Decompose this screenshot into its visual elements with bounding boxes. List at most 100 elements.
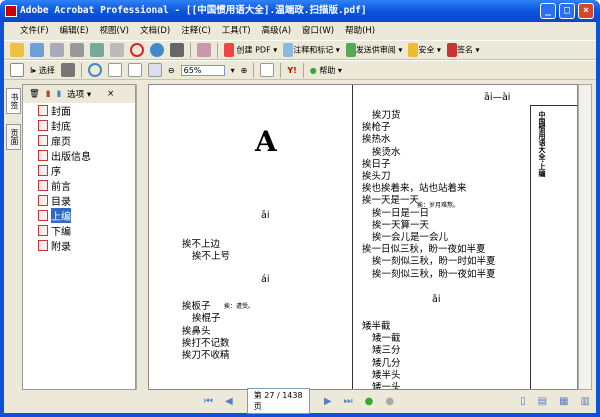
running-header: āi—ài [484,92,511,103]
bookmark-label: 上编 [51,208,71,223]
bookmark-item[interactable]: 扉页 [23,133,135,148]
nav-tabs: 书签 页面 [4,84,22,394]
pdf-page-icon [38,105,48,116]
organizer-icon[interactable] [30,43,44,57]
rotate-icon[interactable] [260,63,275,77]
panel-splitter[interactable] [136,84,148,390]
help-button[interactable]: ● 帮助 ▾ [310,65,342,76]
web-icon[interactable] [150,43,164,57]
snapshot-icon[interactable] [60,63,75,77]
email-icon[interactable] [90,43,104,57]
print-icon[interactable] [70,43,84,57]
pdf-page-icon [38,210,48,221]
comment-button[interactable]: 注释和标记 ▾ [283,43,340,57]
pdf-page-icon [38,135,48,146]
review-button[interactable]: 发送供审阅 ▾ [345,43,402,57]
bookmark-item[interactable]: 下编 [23,223,135,238]
menu-document[interactable]: 文档(D) [140,26,170,36]
open-icon[interactable] [10,43,24,57]
fit-page-icon[interactable] [127,63,142,77]
menu-view[interactable]: 视图(V) [100,26,129,36]
single-page-icon[interactable]: ▯ [520,396,526,407]
delete-icon[interactable]: 🗑 [29,89,40,99]
tab-pages[interactable]: 页面 [6,124,21,150]
bookmark-item[interactable]: 上编 [23,208,135,223]
page-number-field[interactable]: 第 27 / 1438 页 [246,388,310,414]
hand-tool-icon[interactable] [10,63,24,77]
pdf-page-icon [38,225,48,236]
bookmark-item[interactable]: 封底 [23,118,135,133]
pdf-page-icon [38,165,48,176]
bookmark-label: 出版信息 [51,152,91,163]
zoom-input[interactable]: 65% [180,64,225,76]
pinyin-heading: āi [261,210,270,221]
menu-window[interactable]: 窗口(W) [302,26,334,36]
attach-icon[interactable] [110,43,124,57]
minimize-button[interactable]: _ [540,3,556,19]
sign-button[interactable]: 签名 ▾ [446,43,480,57]
pdf-page-icon [38,150,48,161]
pdf-page-icon [38,195,48,206]
menu-help[interactable]: 帮助(H) [345,26,375,36]
menu-tools[interactable]: 工具(T) [222,26,251,36]
continuous-facing-icon[interactable]: ▦ [559,396,568,407]
bookmark-item[interactable]: 前言 [23,178,135,193]
last-page-button[interactable]: ⏭ [344,396,353,407]
acrobat-icon [5,5,17,17]
bookmarks-panel: 🗑 ▮ ▮ 选项 ▾ × 封面 封底扉页出版信息序前言 目录 上编 下编附录 [22,84,136,390]
security-button[interactable]: 安全 ▾ [408,43,441,57]
new-bookmark-icon[interactable]: ▮ [46,89,51,99]
entry: 挨一刻似三秋，盼一夜如半夏 [372,268,496,280]
zoom-in-tool-icon[interactable] [87,63,102,77]
close-button[interactable]: × [578,3,594,19]
expand-icon[interactable]: ▮ [56,89,61,99]
bookmark-item[interactable]: 封面 [23,103,135,118]
document-page: A āi 挨不上边 挨不上号 ái 挨板子 挨：遭受。 挨棍子 挨鼻头 挨打不记… [148,84,578,390]
entry: 挨不上号 [192,251,231,262]
entry: 挨棍子 [192,313,221,324]
go-forward-button[interactable]: ● [385,396,394,407]
search-icon[interactable] [170,43,184,57]
bookmark-label: 前言 [51,182,71,193]
pinyin-heading: ǎi [432,294,441,305]
menu-comments[interactable]: 注释(C) [181,26,211,36]
previous-page-button[interactable]: ◀ [225,396,233,407]
close-panel-button[interactable]: × [107,89,114,99]
create-pdf-button[interactable]: 创建 PDF ▾ [224,43,277,57]
select-tool-button[interactable]: I▸ 选择 [30,65,55,76]
tab-bookmarks[interactable]: 书签 [6,88,21,114]
zoom-out-icon[interactable]: ⊖ [168,66,175,75]
next-page-button[interactable]: ▶ [324,396,332,407]
actual-size-icon[interactable] [107,63,122,77]
fit-width-icon[interactable] [147,63,162,77]
bookmark-label: 附录 [51,242,71,253]
facing-icon[interactable]: ▥ [581,396,590,407]
first-page-button[interactable]: ⏮ [204,396,213,407]
menu-edit[interactable]: 编辑(E) [60,26,89,36]
bookmark-label: 封面 [51,107,71,118]
stamp-icon[interactable] [130,43,144,57]
bookmark-item[interactable]: 出版信息 [23,148,135,163]
entry: 挨刀不收精 [182,350,230,361]
side-title: 中国惯用语大全·上编 [538,111,546,177]
bookmark-label: 扉页 [51,137,71,148]
maximize-button[interactable]: □ [559,3,575,19]
bookmark-item[interactable]: 附录 [23,238,135,253]
menu-advanced[interactable]: 高级(A) [262,26,291,36]
options-button[interactable]: 选项 ▾ [67,88,91,100]
pdf-page-icon [38,180,48,191]
toolbar-view: I▸ 选择 ⊖ 65% ▾ ⊕ Y! ● 帮助 ▾ [4,60,596,80]
yahoo-icon[interactable]: Y! [287,66,296,75]
bookmark-item[interactable]: 目录 [23,193,135,208]
picture-icon[interactable] [197,43,211,57]
vertical-scrollbar[interactable] [578,84,592,390]
section-letter: A [255,125,277,158]
go-back-button[interactable]: ● [365,396,374,407]
save-icon[interactable] [50,43,64,57]
bookmark-item[interactable]: 序 [23,163,135,178]
menu-file[interactable]: 文件(F) [20,26,49,36]
zoom-in-icon[interactable]: ⊕ [241,66,248,75]
continuous-icon[interactable]: ▤ [538,396,547,407]
toolbar-file: 创建 PDF ▾ 注释和标记 ▾ 发送供审阅 ▾ 安全 ▾ 签名 ▾ [4,40,596,60]
bookmark-label: 序 [51,167,61,178]
